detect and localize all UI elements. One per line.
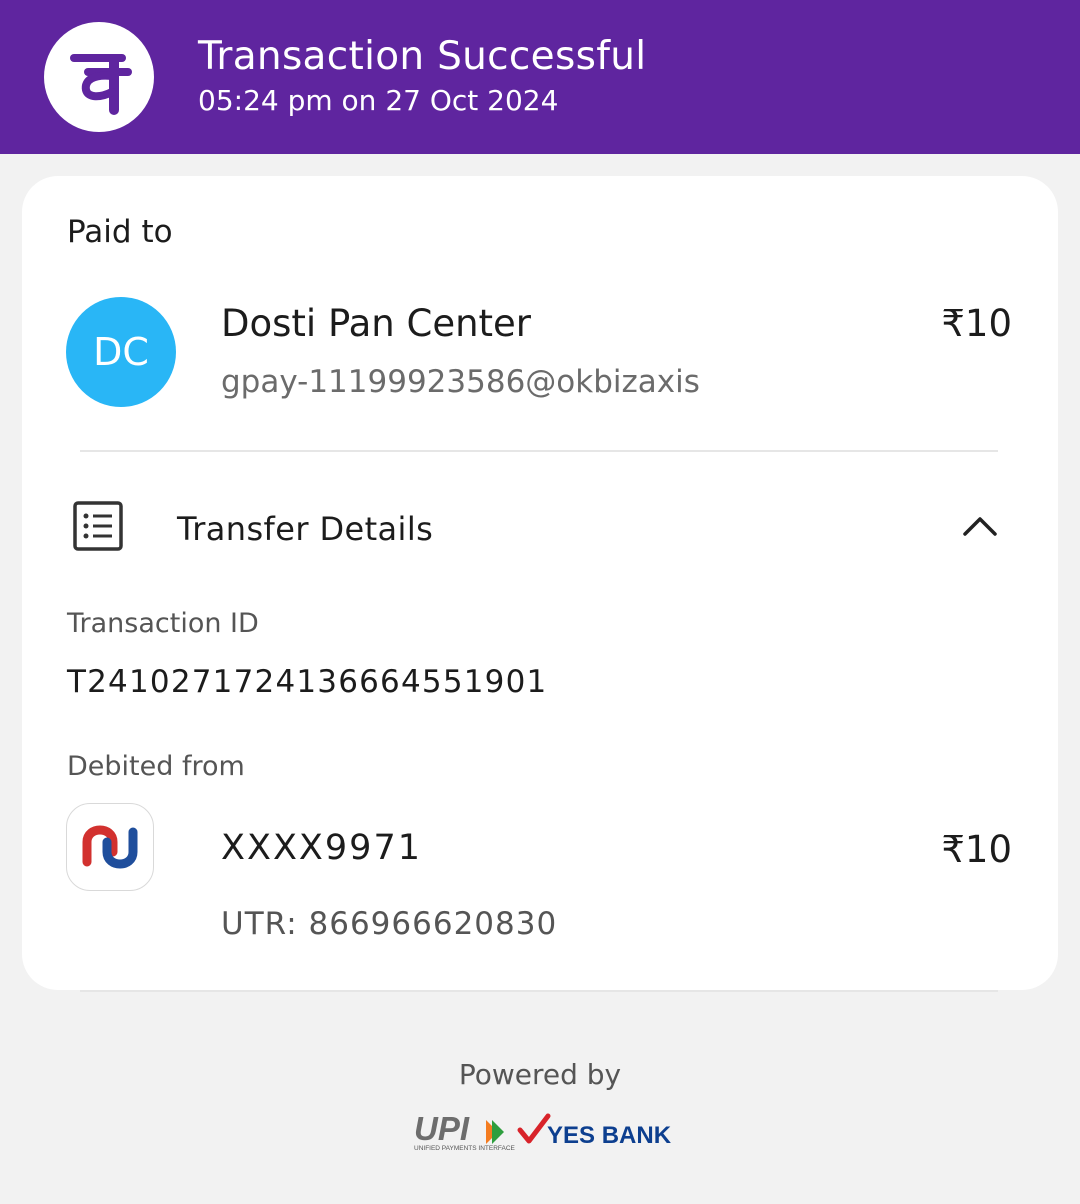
partner-logos: UPI UNIFIED PAYMENTS INTERFACE YES BANK xyxy=(412,1108,672,1154)
debit-amount: ₹10 xyxy=(941,828,1012,871)
yes-bank-logo-text: YES BANK xyxy=(547,1122,672,1149)
transfer-details-title[interactable]: Transfer Details xyxy=(177,510,433,548)
debited-from-label: Debited from xyxy=(67,751,245,782)
header-bar: Transaction Successful 05:24 pm on 27 Oc… xyxy=(0,0,1080,154)
transaction-timestamp: 05:24 pm on 27 Oct 2024 xyxy=(198,84,559,117)
chevron-up-icon[interactable] xyxy=(962,514,998,542)
payee-amount: ₹10 xyxy=(941,302,1012,345)
section-divider xyxy=(80,450,998,452)
debit-account-number: XXXX9971 xyxy=(221,828,422,868)
union-bank-logo-icon xyxy=(66,803,154,891)
phonepe-logo-icon xyxy=(44,22,154,132)
powered-by-label: Powered by xyxy=(458,1058,622,1091)
transaction-id-label: Transaction ID xyxy=(67,608,259,639)
utr-number[interactable]: UTR: 866966620830 xyxy=(221,906,557,942)
upi-subtext: UNIFIED PAYMENTS INTERFACE xyxy=(414,1145,516,1152)
transaction-card: Paid to DC Dosti Pan Center gpay-1119992… xyxy=(22,176,1058,990)
list-details-icon xyxy=(72,500,126,558)
paid-to-label: Paid to xyxy=(67,214,173,250)
avatar-initials: DC xyxy=(93,330,149,374)
transaction-status-title: Transaction Successful xyxy=(198,34,647,79)
upi-logo-text: UPI xyxy=(414,1110,470,1147)
payee-avatar: DC xyxy=(66,297,176,407)
transaction-id-value[interactable]: T2410271724136664551901 xyxy=(67,664,547,700)
card-bottom-divider xyxy=(80,990,998,992)
upi-yesbank-logo-icon: UPI UNIFIED PAYMENTS INTERFACE YES BANK xyxy=(414,1110,672,1152)
payee-upi-id: gpay-11199923586@okbizaxis xyxy=(221,364,700,400)
payee-name: Dosti Pan Center xyxy=(221,302,532,345)
